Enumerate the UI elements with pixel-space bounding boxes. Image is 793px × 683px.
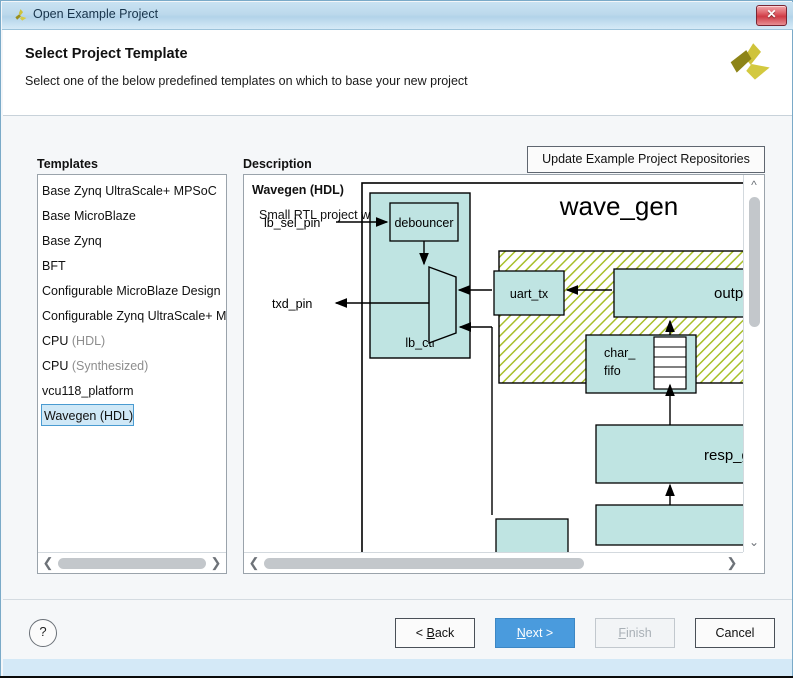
template-list-item[interactable]: CPU (HDL) [38, 329, 226, 354]
wave-gen-block-diagram: wave_gen lb_ctl debouncer lb_sel_pin txd… [264, 182, 743, 552]
cancel-button[interactable]: Cancel [695, 618, 775, 648]
title-bar: Open Example Project ✕ [2, 2, 793, 30]
chevron-right-icon[interactable]: ❯ [208, 553, 224, 573]
back-button-accel: B [426, 626, 435, 640]
templates-list-box: Base Zynq UltraScale+ MPSoC Base MicroBla… [37, 174, 227, 574]
templates-hscrollbar[interactable]: ❮ ❯ [38, 552, 226, 573]
finish-button: Finish [595, 618, 675, 648]
cancel-button-suffix: Cancel [715, 626, 755, 640]
window-outer-edge [0, 679, 793, 683]
description-content: Wavegen (HDL) Small RTL project with IP [244, 175, 743, 552]
dialog-header: Select Project Template Select one of th… [3, 30, 792, 116]
dialog-body: Templates Base Zynq UltraScale+ MPSoC Bas… [3, 116, 792, 599]
update-example-project-repositories-button[interactable]: Update Example Project Repositories [527, 146, 765, 173]
dialog-window: Open Example Project ✕ Select Project Te… [0, 0, 793, 678]
diagram-label-char-fifo-2: fifo [604, 364, 621, 378]
diagram-title: wave_gen [559, 191, 679, 221]
xilinx-logo-icon [15, 9, 27, 21]
description-box: Wavegen (HDL) Small RTL project with IP [243, 174, 765, 574]
description-hscroll-thumb[interactable] [264, 558, 584, 569]
description-hscrollbar[interactable]: ❮ ❯ [244, 552, 764, 573]
template-item-label: vcu118_platform [42, 384, 134, 398]
description-vscroll-thumb[interactable] [749, 197, 760, 327]
template-item-label: Configurable Zynq UltraScale+ MP [42, 309, 226, 323]
chevron-up-icon[interactable]: ^ [744, 177, 764, 193]
template-list-item[interactable]: Configurable MicroBlaze Design [38, 279, 226, 304]
templates-hscroll-thumb[interactable] [58, 558, 206, 569]
chevron-right-icon[interactable]: ❯ [724, 553, 740, 573]
template-list-item[interactable]: BFT [38, 254, 226, 279]
chevron-left-icon[interactable]: ❮ [40, 553, 56, 573]
template-item-label: Base MicroBlaze [42, 209, 136, 223]
template-item-label: BFT [42, 259, 66, 273]
template-list-item[interactable]: Base Zynq [38, 229, 226, 254]
window-title: Open Example Project [33, 7, 159, 21]
next-button-accel: N [516, 626, 526, 640]
template-list-item[interactable]: CPU (Synthesized) [38, 354, 226, 379]
xilinx-logo-icon [730, 43, 770, 80]
template-list-item[interactable]: vcu118_platform [38, 379, 226, 404]
template-item-label: Base Zynq UltraScale+ MPSoC [42, 184, 217, 198]
template-list-item-row: Wavegen (HDL) [38, 404, 226, 426]
template-list-item[interactable]: Wavegen (HDL) [41, 404, 135, 426]
diagram-label-debouncer: debouncer [394, 216, 453, 230]
description-label: Description [243, 157, 312, 171]
dialog-bottom-strip [3, 659, 792, 677]
template-item-label: CPU [42, 359, 72, 373]
template-item-label: Configurable MicroBlaze Design [42, 284, 221, 298]
dialog-footer: ? < Back Next > Finish Cancel [3, 599, 792, 660]
template-list-item[interactable]: Base Zynq UltraScale+ MPSoC [38, 179, 226, 204]
finish-button-accel: F [618, 626, 626, 640]
description-vscrollbar[interactable]: ^ ⌄ [743, 175, 764, 552]
chevron-down-icon[interactable]: ⌄ [744, 534, 764, 550]
diagram-port-txd-pin: txd_pin [272, 297, 312, 311]
scrollbar-corner [743, 552, 764, 573]
back-button-prefix: < [415, 626, 427, 640]
templates-label: Templates [37, 157, 98, 171]
finish-button-suffix: inish [625, 626, 652, 640]
back-button[interactable]: < Back [395, 618, 475, 648]
diagram-label-char-fifo-1: char_ [604, 346, 636, 360]
template-item-label: CPU [42, 334, 72, 348]
diagram-label-resp-gen: resp_ge [704, 447, 743, 464]
close-button[interactable]: ✕ [756, 5, 787, 26]
templates-list[interactable]: Base Zynq UltraScale+ MPSoC Base MicroBla… [38, 175, 226, 551]
template-list-item[interactable]: Configurable Zynq UltraScale+ MP [38, 304, 226, 329]
diagram-port-lb-sel-pin: lb_sel_pin [264, 216, 320, 230]
template-item-label: Wavegen (HDL) [44, 409, 134, 423]
template-item-label: Base Zynq [42, 234, 102, 248]
template-item-qualifier: (Synthesized) [71, 359, 149, 373]
close-icon: ✕ [766, 7, 777, 21]
page-title: Select Project Template [25, 46, 188, 62]
dialog-root: Open Example Project ✕ Select Project Te… [0, 0, 793, 683]
next-button-suffix: ext > [525, 626, 554, 640]
back-button-suffix: ack [434, 626, 455, 640]
diagram-label-uart-tx: uart_tx [510, 287, 549, 301]
page-subtitle: Select one of the below predefined templ… [25, 74, 468, 88]
fifo-stack-icon [653, 336, 687, 390]
template-list-item[interactable]: Base MicroBlaze [38, 204, 226, 229]
diagram-label-output-sel: output_se [714, 285, 743, 302]
window-bottom-border [0, 676, 793, 678]
template-item-qualifier: (HDL) [71, 334, 106, 348]
help-button[interactable]: ? [29, 619, 57, 647]
next-button[interactable]: Next > [495, 618, 575, 648]
chevron-left-icon[interactable]: ❮ [246, 553, 262, 573]
